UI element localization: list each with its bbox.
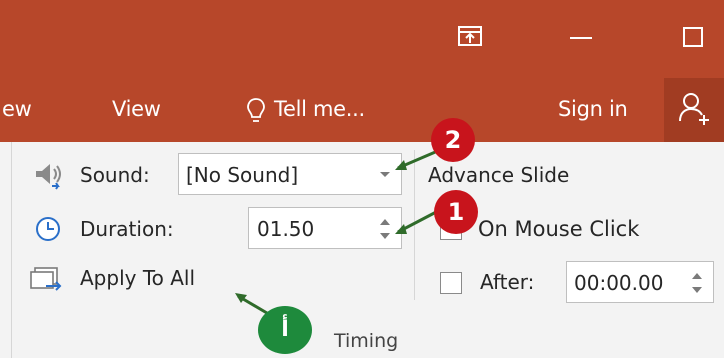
annotation-badge-a: أ bbox=[258, 306, 312, 354]
annotation-badge-2: 2 bbox=[431, 118, 475, 162]
annotation-badge-1: 1 bbox=[434, 190, 478, 234]
annotation-arrows bbox=[235, 148, 441, 318]
